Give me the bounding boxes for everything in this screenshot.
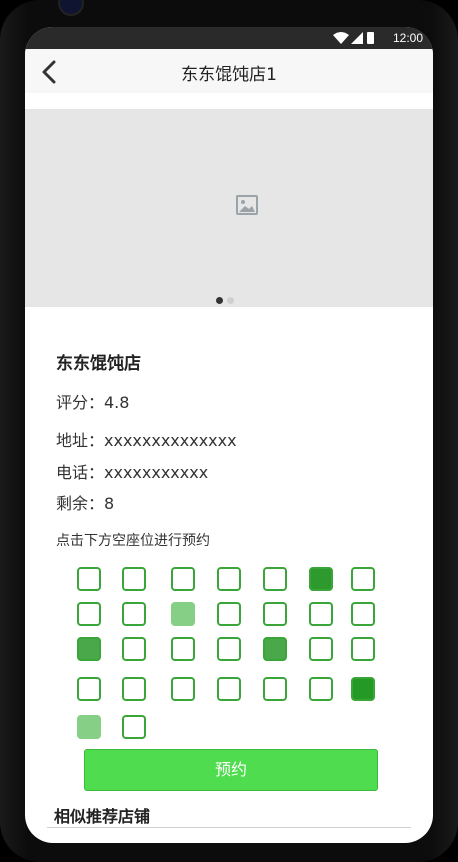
image-placeholder-icon [236,195,258,215]
image-carousel[interactable] [25,109,433,307]
seat-r3-c6[interactable] [309,637,333,661]
seat-r2-c1[interactable] [77,602,101,626]
carousel-dot-1[interactable] [216,297,223,304]
wifi-icon [333,32,349,44]
seat-r3-c2[interactable] [122,637,146,661]
shop-remaining: 剩余：8 [56,494,115,513]
seat-r2-c3[interactable] [171,602,195,626]
shop-address: 地址：xxxxxxxxxxxxxx [56,431,237,450]
shop-phone: 电话：xxxxxxxxxxx [56,463,209,482]
book-button[interactable]: 预约 [84,749,378,791]
seat-r1-c7[interactable] [351,567,375,591]
status-time: 12:00 [392,31,423,45]
seat-r5-c2[interactable] [122,715,146,739]
shop-rating: 评分：4.8 [56,393,130,412]
signal-icon [351,32,363,44]
seat-r5-c1[interactable] [77,715,101,739]
seat-r3-c5[interactable] [263,637,287,661]
seat-r1-c1[interactable] [77,567,101,591]
page-title: 东东馄饨店1 [181,65,277,85]
seat-r1-c6[interactable] [309,567,333,591]
carousel-dot-2[interactable] [227,297,234,304]
seat-r4-c5[interactable] [263,677,287,701]
battery-icon [367,32,374,44]
seat-r4-c4[interactable] [217,677,241,701]
seat-r3-c7[interactable] [351,637,375,661]
seat-r1-c4[interactable] [217,567,241,591]
divider [47,827,411,828]
seat-r3-c4[interactable] [217,637,241,661]
seat-r4-c1[interactable] [77,677,101,701]
seat-r4-c6[interactable] [309,677,333,701]
seat-r3-c1[interactable] [77,637,101,661]
seat-r3-c3[interactable] [171,637,195,661]
seat-r2-c7[interactable] [351,602,375,626]
seat-r1-c3[interactable] [171,567,195,591]
seat-r2-c4[interactable] [217,602,241,626]
status-icons [333,32,374,44]
seat-r1-c2[interactable] [122,567,146,591]
seat-r2-c5[interactable] [263,602,287,626]
phone-screen: 12:00 东东馄饨店1 东东馄饨店 评分：4.8 地址：xxxxxxxxxxx… [25,27,433,843]
front-camera [58,0,84,16]
similar-shops-heading: 相似推荐店铺 [54,807,151,826]
seat-r4-c2[interactable] [122,677,146,701]
app-bar: 东东馄饨店1 [25,49,433,93]
booking-hint: 点击下方空座位进行预约 [56,533,210,549]
seat-r2-c2[interactable] [122,602,146,626]
shop-name: 东东馄饨店 [56,354,141,374]
seat-r4-c3[interactable] [171,677,195,701]
seat-r2-c6[interactable] [309,602,333,626]
carousel-indicator [216,289,238,308]
seat-r4-c7[interactable] [351,677,375,701]
status-bar: 12:00 [25,27,433,49]
seat-r1-c5[interactable] [263,567,287,591]
